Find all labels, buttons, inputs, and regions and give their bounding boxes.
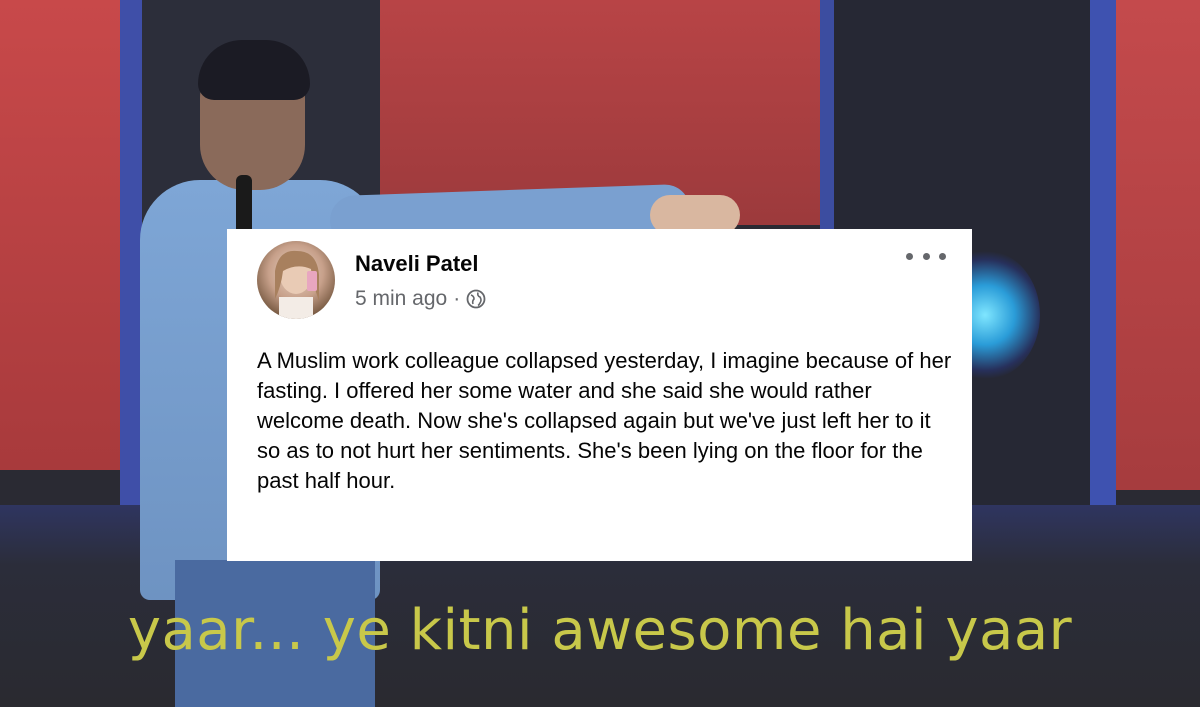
- comedian-hair: [198, 40, 310, 100]
- stage-blue-post-right: [1090, 0, 1116, 520]
- post-timestamp[interactable]: 5 min ago: [355, 287, 447, 311]
- author-avatar[interactable]: [257, 241, 335, 319]
- meta-separator: ·: [453, 287, 461, 310]
- post-meta: 5 min ago ·: [355, 287, 486, 311]
- stage-red-panel-right: [1116, 0, 1200, 490]
- globe-icon: [466, 289, 486, 309]
- meme-caption: yaar... ye kitni awesome hai yaar: [127, 598, 1073, 663]
- social-post-card: Naveli Patel 5 min ago · A Muslim work c…: [227, 229, 972, 561]
- meme-image: Naveli Patel 5 min ago · A Muslim work c…: [0, 0, 1200, 707]
- more-options-icon[interactable]: [906, 249, 946, 263]
- post-body: A Muslim work colleague collapsed yester…: [257, 348, 952, 493]
- stage-red-panel-left: [0, 0, 125, 470]
- stage-blue-post-left: [120, 0, 142, 520]
- author-name[interactable]: Naveli Patel: [355, 251, 479, 277]
